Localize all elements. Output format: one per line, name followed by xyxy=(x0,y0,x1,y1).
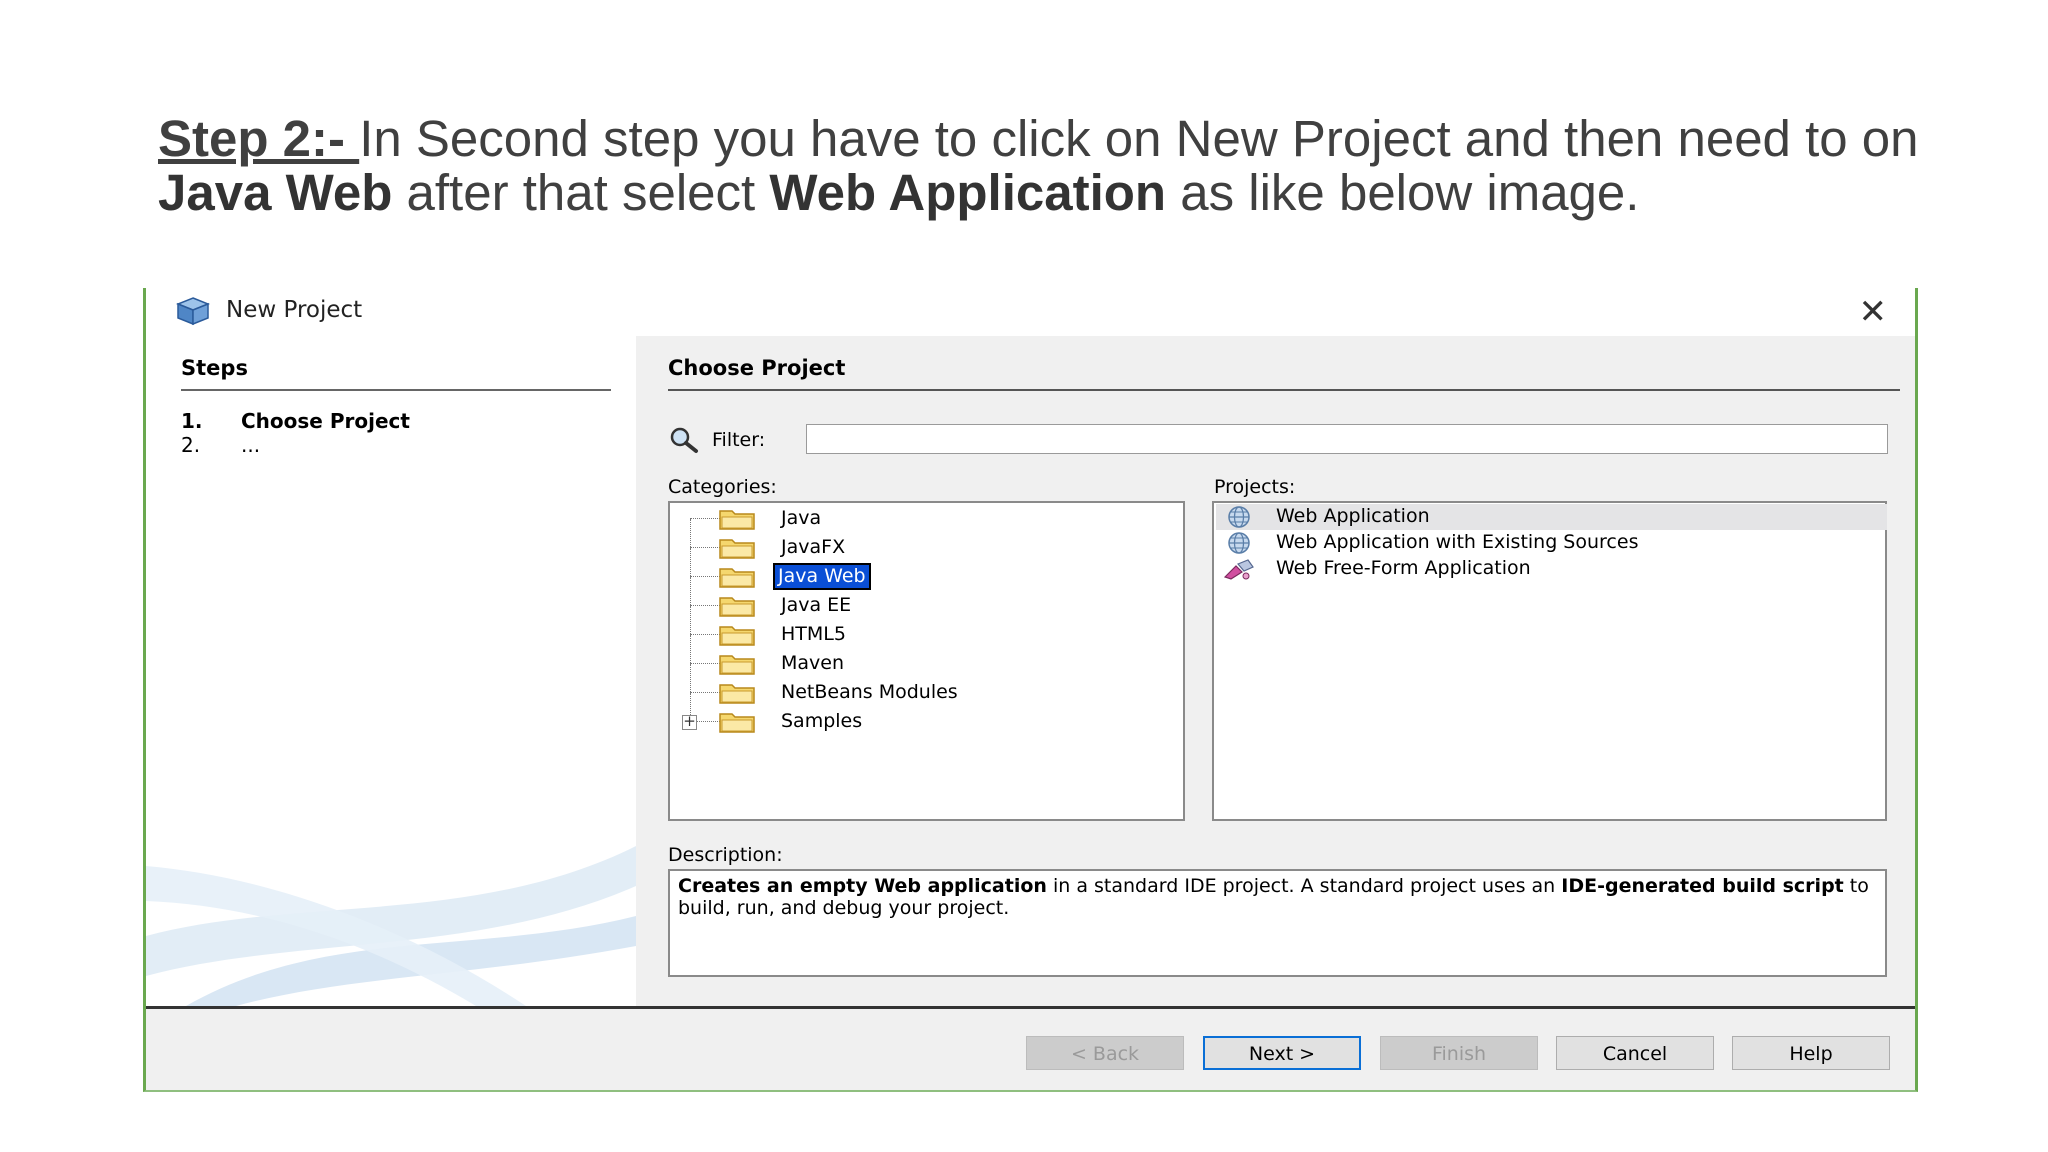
globe-icon xyxy=(1228,506,1250,528)
project-item-label: Web Free-Form Application xyxy=(1276,557,1531,579)
tree-item-samples[interactable]: + Samples xyxy=(670,693,1183,736)
finish-button[interactable]: Finish xyxy=(1380,1036,1538,1070)
folder-icon xyxy=(719,510,755,530)
categories-label: Categories: xyxy=(668,476,777,498)
tree-item-label: Maven xyxy=(781,652,845,674)
steps-pane: Steps 1. Choose Project 2.... xyxy=(146,336,636,1006)
freeform-icon xyxy=(1223,559,1254,580)
steps-divider xyxy=(181,389,611,391)
step-label: Step 2:- xyxy=(158,110,360,167)
netbeans-cube-icon xyxy=(176,297,210,326)
dialog-title: New Project xyxy=(226,297,363,323)
next-button[interactable]: Next > xyxy=(1203,1036,1361,1070)
folder-icon xyxy=(719,597,755,617)
project-item-label: Web Application xyxy=(1276,505,1430,527)
filter-label: Filter: xyxy=(712,429,766,451)
tree-item-label: Samples xyxy=(781,710,863,732)
cancel-button[interactable]: Cancel xyxy=(1556,1036,1714,1070)
decorative-swoosh xyxy=(146,846,636,1006)
button-bar-divider xyxy=(146,1006,1915,1009)
new-project-dialog: New Project ✕ Steps 1. Choose Project 2..… xyxy=(143,288,1918,1092)
tree-item-javafx[interactable]: JavaFX xyxy=(670,519,1183,562)
categories-tree[interactable]: Java JavaFX Java Web Java EE HTML5 Maven… xyxy=(668,501,1185,821)
tree-item-label: JavaFX xyxy=(781,536,846,558)
steps-heading: Steps xyxy=(181,356,248,380)
filter-input[interactable] xyxy=(806,424,1888,454)
caption-text-3: as like below image. xyxy=(1166,164,1640,221)
description-box: Creates an empty Web application in a st… xyxy=(668,869,1887,977)
projects-label: Projects: xyxy=(1214,476,1296,498)
close-icon[interactable]: ✕ xyxy=(1859,292,1888,332)
choose-project-divider xyxy=(668,389,1900,391)
help-button[interactable]: Help xyxy=(1732,1036,1890,1070)
folder-icon xyxy=(719,539,755,559)
tree-item-netbeans-modules[interactable]: NetBeans Modules xyxy=(670,664,1183,707)
folder-icon xyxy=(719,655,755,675)
tree-item-java-ee[interactable]: Java EE xyxy=(670,577,1183,620)
tree-item-maven[interactable]: Maven xyxy=(670,635,1183,678)
tree-item-label: NetBeans Modules xyxy=(781,681,958,703)
tree-item-label: Java EE xyxy=(781,594,852,616)
instruction-caption: Step 2:- In Second step you have to clic… xyxy=(158,112,1958,220)
tree-item-label-selected: Java Web xyxy=(773,563,871,590)
folder-icon xyxy=(719,713,755,733)
folder-icon xyxy=(719,684,755,704)
tree-item-java[interactable]: Java xyxy=(670,505,1183,533)
dialog-titlebar: New Project ✕ xyxy=(146,288,1915,336)
tree-item-label: Java xyxy=(781,507,822,529)
caption-java-web: Java Web xyxy=(158,164,393,221)
tree-item-html5[interactable]: HTML5 xyxy=(670,606,1183,649)
caption-text-1: In Second step you have to click on New … xyxy=(359,110,1919,167)
description-label: Description: xyxy=(668,844,783,866)
choose-project-heading: Choose Project xyxy=(668,356,846,380)
project-item-web-free-form-application[interactable]: Web Free-Form Application xyxy=(1216,556,1887,582)
folder-icon xyxy=(719,568,755,588)
step-item-2: 2.... xyxy=(181,433,261,457)
caption-web-application: Web Application xyxy=(769,164,1167,221)
expand-icon[interactable]: + xyxy=(682,714,697,730)
step-item-1: 1. Choose Project xyxy=(181,409,410,433)
caption-text-2: after that select xyxy=(392,164,770,221)
back-button[interactable]: < Back xyxy=(1026,1036,1184,1070)
globe-icon xyxy=(1228,532,1250,554)
tree-item-java-web[interactable]: Java Web xyxy=(670,548,1183,591)
tree-item-label: HTML5 xyxy=(781,623,846,645)
projects-list[interactable]: Web Application Web Application with Exi… xyxy=(1212,501,1887,821)
project-item-web-application-existing-sources[interactable]: Web Application with Existing Sources xyxy=(1216,530,1887,556)
project-item-web-application[interactable]: Web Application xyxy=(1216,504,1887,530)
search-icon xyxy=(670,427,698,453)
folder-icon xyxy=(719,626,755,646)
project-item-label: Web Application with Existing Sources xyxy=(1276,531,1639,553)
choose-project-pane: Choose Project Filter: Categories: Proje… xyxy=(636,336,1915,1006)
